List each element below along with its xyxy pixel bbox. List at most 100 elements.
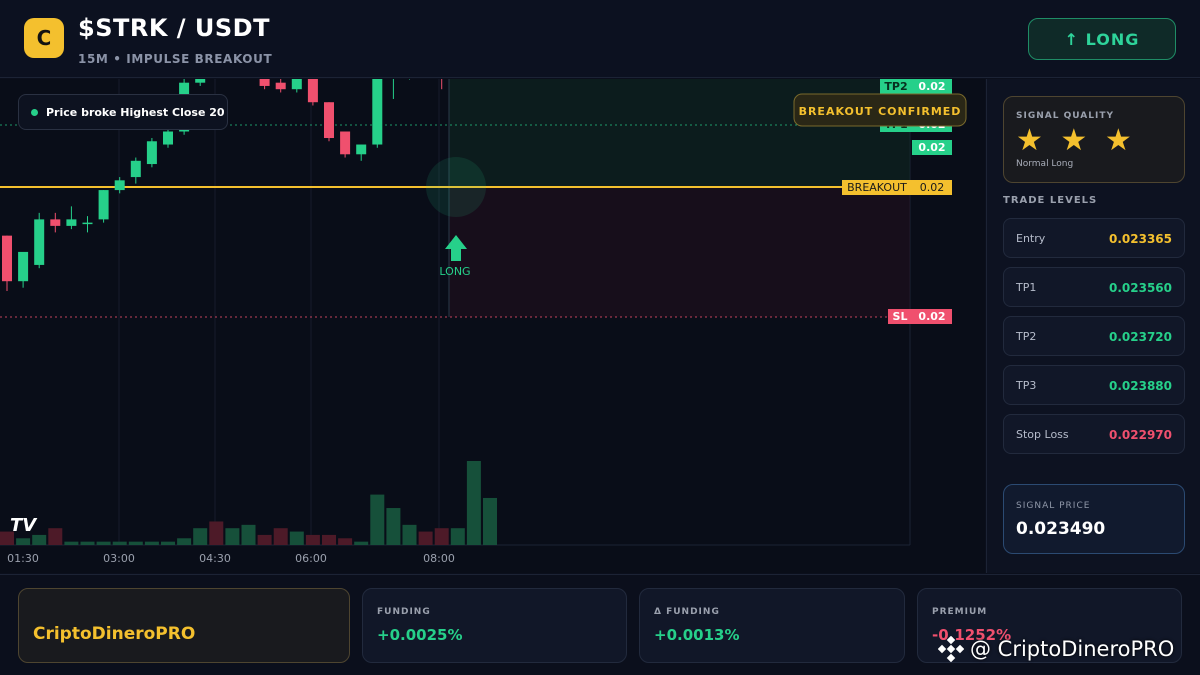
volume-bar bbox=[305, 534, 320, 545]
time-tick: 08:00 bbox=[423, 552, 455, 565]
candle-body bbox=[2, 235, 12, 282]
current-price-tag: 0.02 bbox=[912, 140, 952, 155]
volume-bar bbox=[96, 541, 111, 545]
time-tick: 01:30 bbox=[7, 552, 39, 565]
candle bbox=[50, 212, 61, 233]
breakout-note: Price broke Highest Close 20 bbox=[18, 94, 228, 130]
candle bbox=[34, 212, 45, 269]
candle bbox=[130, 157, 141, 184]
volume-bar bbox=[418, 531, 433, 545]
signal-quality-label: SIGNAL QUALITY bbox=[1016, 111, 1114, 121]
breakout-tag: BREAKOUT 0.02 bbox=[842, 180, 952, 195]
volume-bar bbox=[386, 508, 401, 545]
candle-body bbox=[195, 43, 206, 83]
breakout-confirmed-badge: BREAKOUT CONFIRMED bbox=[793, 93, 967, 127]
volume-bar bbox=[257, 534, 272, 545]
brand-name: CriptoDineroPRO bbox=[33, 624, 196, 644]
long-button[interactable]: ↑ LONG bbox=[1028, 18, 1176, 60]
candle bbox=[388, 72, 399, 99]
coin-logo: C bbox=[24, 18, 64, 58]
signal-price-value: 0.023490 bbox=[1016, 519, 1106, 539]
volume-bar bbox=[80, 541, 95, 545]
candle-body bbox=[340, 131, 351, 155]
tp2-tag: TP2 0.02 bbox=[880, 79, 952, 94]
svg-text:0.02: 0.02 bbox=[920, 181, 945, 194]
loss-zone bbox=[449, 187, 910, 317]
candle-body bbox=[66, 219, 77, 226]
svg-text:SL: SL bbox=[893, 310, 908, 323]
breakout-note-text: Price broke Highest Close 20 bbox=[46, 105, 225, 119]
svg-text:TP2: TP2 bbox=[884, 80, 907, 93]
volume-bar bbox=[112, 541, 127, 545]
volume-bar bbox=[177, 538, 192, 545]
trade-level-row: Stop Loss 0.022970 bbox=[1003, 414, 1185, 454]
volume-bar bbox=[466, 461, 481, 545]
tradingview-logo: TV bbox=[10, 515, 38, 536]
candle-body bbox=[146, 141, 157, 165]
pair-title: $STRK / USDT bbox=[78, 14, 270, 42]
trade-level-value: 0.023560 bbox=[1108, 281, 1172, 295]
svg-text:0.02: 0.02 bbox=[918, 310, 945, 323]
delta-funding-card: Δ FUNDING +0.0013% bbox=[639, 588, 905, 663]
sl-tag: SL 0.02 bbox=[888, 309, 952, 324]
volume-bar bbox=[193, 528, 208, 545]
trade-level-row: TP2 0.023720 bbox=[1003, 316, 1185, 356]
price-chart[interactable]: LONG TP2 0.02 TP1 0.02 0.02 BREAKOUT 0.0… bbox=[0, 0, 985, 573]
signal-price-card: SIGNAL PRICE 0.023490 bbox=[1003, 484, 1185, 554]
time-tick: 03:00 bbox=[103, 552, 135, 565]
volume-bar bbox=[144, 541, 159, 545]
volume-bar bbox=[354, 541, 369, 545]
trade-level-value: 0.022970 bbox=[1108, 428, 1172, 442]
watermark: @ CriptoDineroPRO bbox=[938, 636, 1174, 662]
volume-bar bbox=[289, 531, 304, 545]
time-tick: 04:30 bbox=[199, 552, 231, 565]
chart-svg: LONG TP2 0.02 TP1 0.02 0.02 BREAKOUT 0.0… bbox=[0, 0, 967, 565]
pair-subtitle: 15M • IMPULSE BREAKOUT bbox=[78, 52, 273, 66]
breakout-glow bbox=[426, 157, 486, 217]
candle-body bbox=[291, 76, 302, 90]
candle bbox=[66, 206, 77, 230]
trade-level-value: 0.023720 bbox=[1108, 330, 1172, 344]
candle-body bbox=[18, 251, 29, 282]
brand-card: CriptoDineroPRO bbox=[18, 588, 350, 663]
candle-body bbox=[34, 219, 45, 265]
trade-level-label: Entry bbox=[1016, 232, 1046, 245]
candle-body bbox=[130, 160, 141, 178]
trade-level-value: 0.023365 bbox=[1108, 232, 1172, 246]
star-icon: ★ ★ ★ bbox=[1016, 123, 1136, 158]
candle bbox=[98, 190, 109, 223]
volume-bar bbox=[48, 528, 63, 545]
funding-label: FUNDING bbox=[377, 607, 431, 617]
time-tick: 06:00 bbox=[295, 552, 327, 565]
sidebar: SIGNAL QUALITY ★ ★ ★ Normal Long TRADE L… bbox=[986, 79, 1200, 573]
volume-bar bbox=[64, 541, 79, 545]
time-axis: 01:30 03:00 04:30 06:00 08:00 bbox=[7, 552, 455, 565]
candle-body bbox=[82, 222, 93, 225]
candle bbox=[436, 33, 447, 90]
trade-level-row: Entry 0.023365 bbox=[1003, 218, 1185, 258]
candle-body bbox=[98, 190, 109, 220]
volume-bar bbox=[225, 528, 240, 545]
candle bbox=[372, 69, 383, 148]
trade-level-label: TP3 bbox=[1016, 379, 1037, 392]
svg-text:0.02: 0.02 bbox=[918, 141, 945, 154]
premium-label: PREMIUM bbox=[932, 607, 988, 617]
volume-bar bbox=[450, 528, 465, 545]
candle bbox=[307, 76, 318, 106]
candle-body bbox=[356, 144, 367, 155]
trade-level-label: TP2 bbox=[1016, 330, 1037, 343]
volume-bar bbox=[370, 494, 385, 545]
candle bbox=[275, 72, 286, 93]
quality-text: Normal Long bbox=[1016, 159, 1074, 169]
volume-bar bbox=[434, 528, 449, 545]
candle bbox=[259, 56, 270, 90]
trade-level-label: Stop Loss bbox=[1016, 428, 1069, 441]
watermark-text: @ CriptoDineroPRO bbox=[970, 637, 1175, 661]
candle-body bbox=[324, 102, 334, 139]
volume-bar bbox=[128, 541, 143, 545]
volume-bar bbox=[338, 538, 353, 545]
candle bbox=[356, 144, 367, 161]
volume-bar bbox=[322, 534, 336, 545]
candle bbox=[291, 72, 302, 93]
svg-text:TV: TV bbox=[10, 515, 38, 536]
